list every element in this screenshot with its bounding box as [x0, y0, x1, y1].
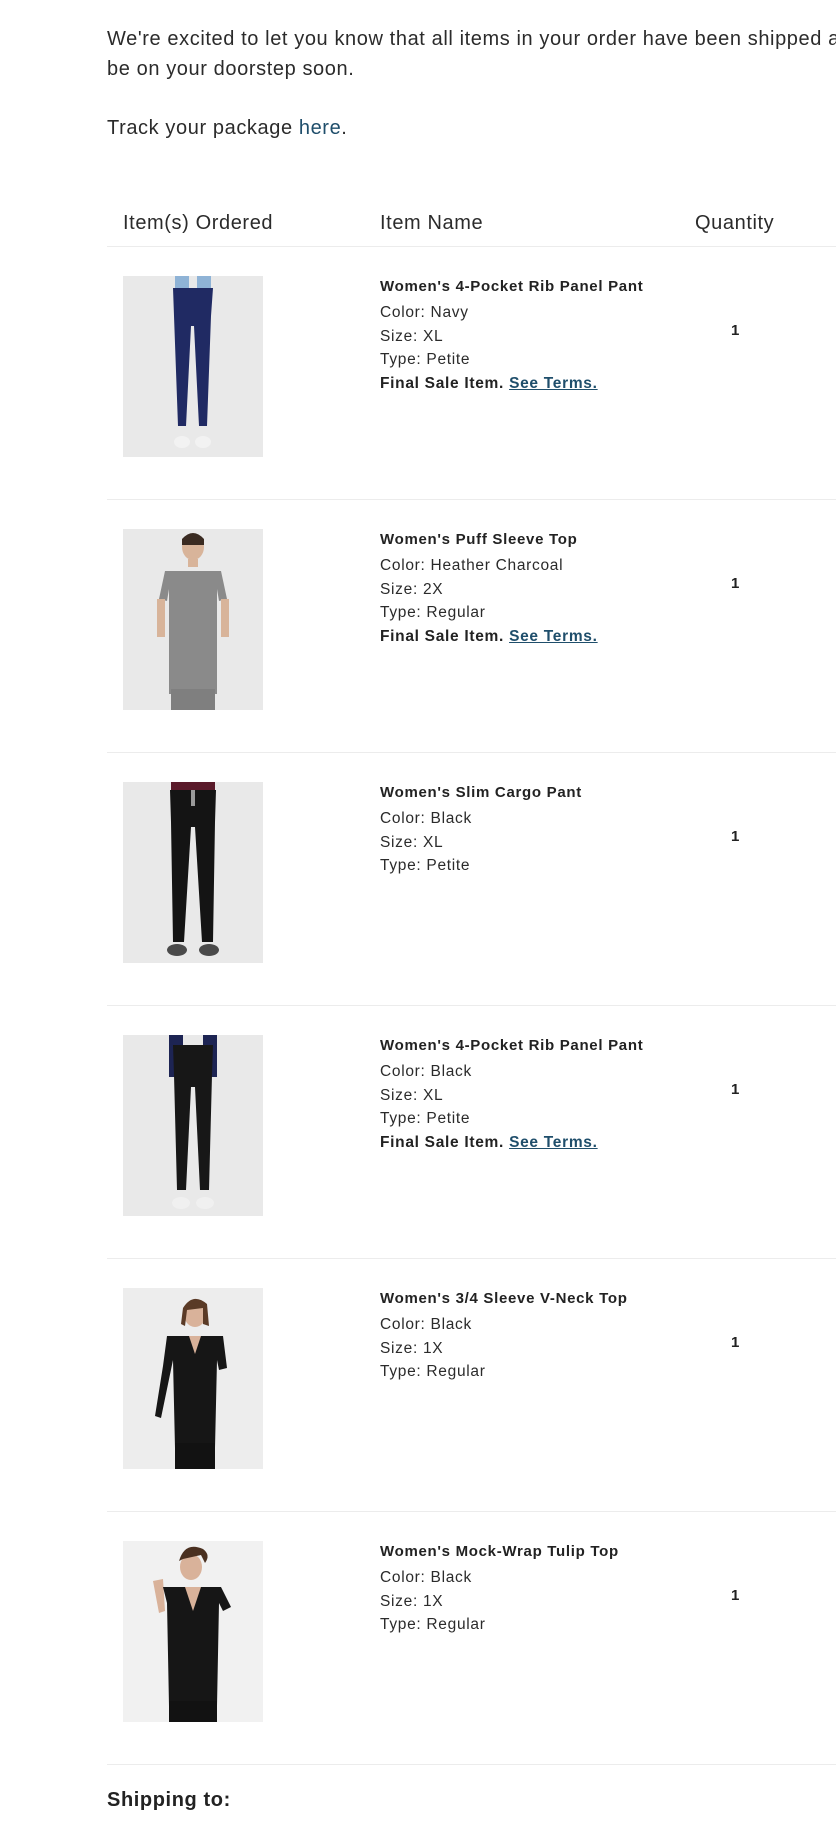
item-size: Size: XL: [380, 327, 444, 345]
product-image[interactable]: [123, 1541, 263, 1722]
final-sale-note: Final Sale Item. See Terms.: [380, 625, 680, 649]
final-sale-note: Final Sale Item. See Terms.: [380, 1131, 680, 1155]
item-size: Size: XL: [380, 833, 444, 851]
intro-message: We're excited to let you know that all i…: [107, 24, 836, 84]
table-row: Women's 3/4 Sleeve V-Neck Top Color: Bla…: [107, 1259, 836, 1512]
item-quantity: 1: [731, 575, 740, 592]
track-package-link[interactable]: here: [299, 117, 341, 139]
item-quantity: 1: [731, 1334, 740, 1351]
product-image[interactable]: [123, 1288, 263, 1469]
table-header: Item(s) Ordered Item Name Quantity: [107, 200, 836, 247]
see-terms-link[interactable]: See Terms.: [509, 628, 598, 645]
final-sale-label: Final Sale Item.: [380, 627, 505, 645]
item-type: Type: Regular: [380, 604, 486, 621]
item-color: Color: Black: [380, 1316, 472, 1333]
product-image[interactable]: [123, 782, 263, 963]
item-size: Size: XL: [380, 1086, 444, 1104]
item-name[interactable]: Women's 4-Pocket Rib Panel Pant: [380, 1035, 680, 1057]
item-size: Size: 2X: [380, 580, 444, 598]
item-name[interactable]: Women's Mock-Wrap Tulip Top: [380, 1541, 680, 1563]
item-color: Color: Black: [380, 1569, 472, 1586]
track-suffix: .: [341, 117, 348, 139]
item-size: Size: 1X: [380, 1339, 444, 1357]
item-details: Women's Puff Sleeve Top Color: Heather C…: [380, 529, 680, 648]
table-row: Women's Slim Cargo Pant Color: Black Siz…: [107, 753, 836, 1006]
shipping-heading: Shipping to:: [107, 1789, 231, 1811]
order-items-table: Item(s) Ordered Item Name Quantity Women…: [107, 200, 836, 1765]
item-type: Type: Regular: [380, 1363, 486, 1380]
item-quantity: 1: [731, 1081, 740, 1098]
email-page: We're excited to let you know that all i…: [0, 0, 836, 1830]
header-items-ordered: Item(s) Ordered: [123, 212, 274, 234]
item-color: Color: Heather Charcoal: [380, 557, 564, 574]
header-quantity: Quantity: [695, 212, 775, 234]
product-image[interactable]: [123, 276, 263, 457]
item-type: Type: Petite: [380, 857, 471, 874]
item-quantity: 1: [731, 1587, 740, 1604]
table-row: Women's Mock-Wrap Tulip Top Color: Black…: [107, 1512, 836, 1765]
item-name[interactable]: Women's 3/4 Sleeve V-Neck Top: [380, 1288, 680, 1310]
table-row: Women's 4-Pocket Rib Panel Pant Color: B…: [107, 1006, 836, 1259]
item-details: Women's 3/4 Sleeve V-Neck Top Color: Bla…: [380, 1288, 680, 1384]
final-sale-note: Final Sale Item. See Terms.: [380, 372, 680, 396]
item-details: Women's 4-Pocket Rib Panel Pant Color: N…: [380, 276, 680, 395]
item-details: Women's Mock-Wrap Tulip Top Color: Black…: [380, 1541, 680, 1637]
item-name[interactable]: Women's Slim Cargo Pant: [380, 782, 680, 804]
see-terms-link[interactable]: See Terms.: [509, 375, 598, 392]
item-details: Women's Slim Cargo Pant Color: Black Siz…: [380, 782, 680, 878]
track-package-line: Track your package here.: [107, 113, 347, 143]
header-item-name: Item Name: [380, 212, 484, 234]
intro-line-1: We're excited to let you know that all i…: [107, 28, 836, 50]
product-image[interactable]: [123, 1035, 263, 1216]
item-name[interactable]: Women's Puff Sleeve Top: [380, 529, 680, 551]
final-sale-label: Final Sale Item.: [380, 374, 505, 392]
final-sale-label: Final Sale Item.: [380, 1133, 505, 1151]
see-terms-link[interactable]: See Terms.: [509, 1134, 598, 1151]
product-image[interactable]: [123, 529, 263, 710]
item-type: Type: Petite: [380, 351, 471, 368]
item-color: Color: Navy: [380, 304, 469, 321]
item-type: Type: Petite: [380, 1110, 471, 1127]
item-type: Type: Regular: [380, 1616, 486, 1633]
track-prefix: Track your package: [107, 117, 299, 139]
table-row: Women's Puff Sleeve Top Color: Heather C…: [107, 500, 836, 753]
item-quantity: 1: [731, 828, 740, 845]
intro-line-2: be on your doorstep soon.: [107, 58, 355, 80]
item-color: Color: Black: [380, 1063, 472, 1080]
table-row: Women's 4-Pocket Rib Panel Pant Color: N…: [107, 247, 836, 500]
item-quantity: 1: [731, 322, 740, 339]
item-size: Size: 1X: [380, 1592, 444, 1610]
item-name[interactable]: Women's 4-Pocket Rib Panel Pant: [380, 276, 680, 298]
item-color: Color: Black: [380, 810, 472, 827]
item-details: Women's 4-Pocket Rib Panel Pant Color: B…: [380, 1035, 680, 1154]
